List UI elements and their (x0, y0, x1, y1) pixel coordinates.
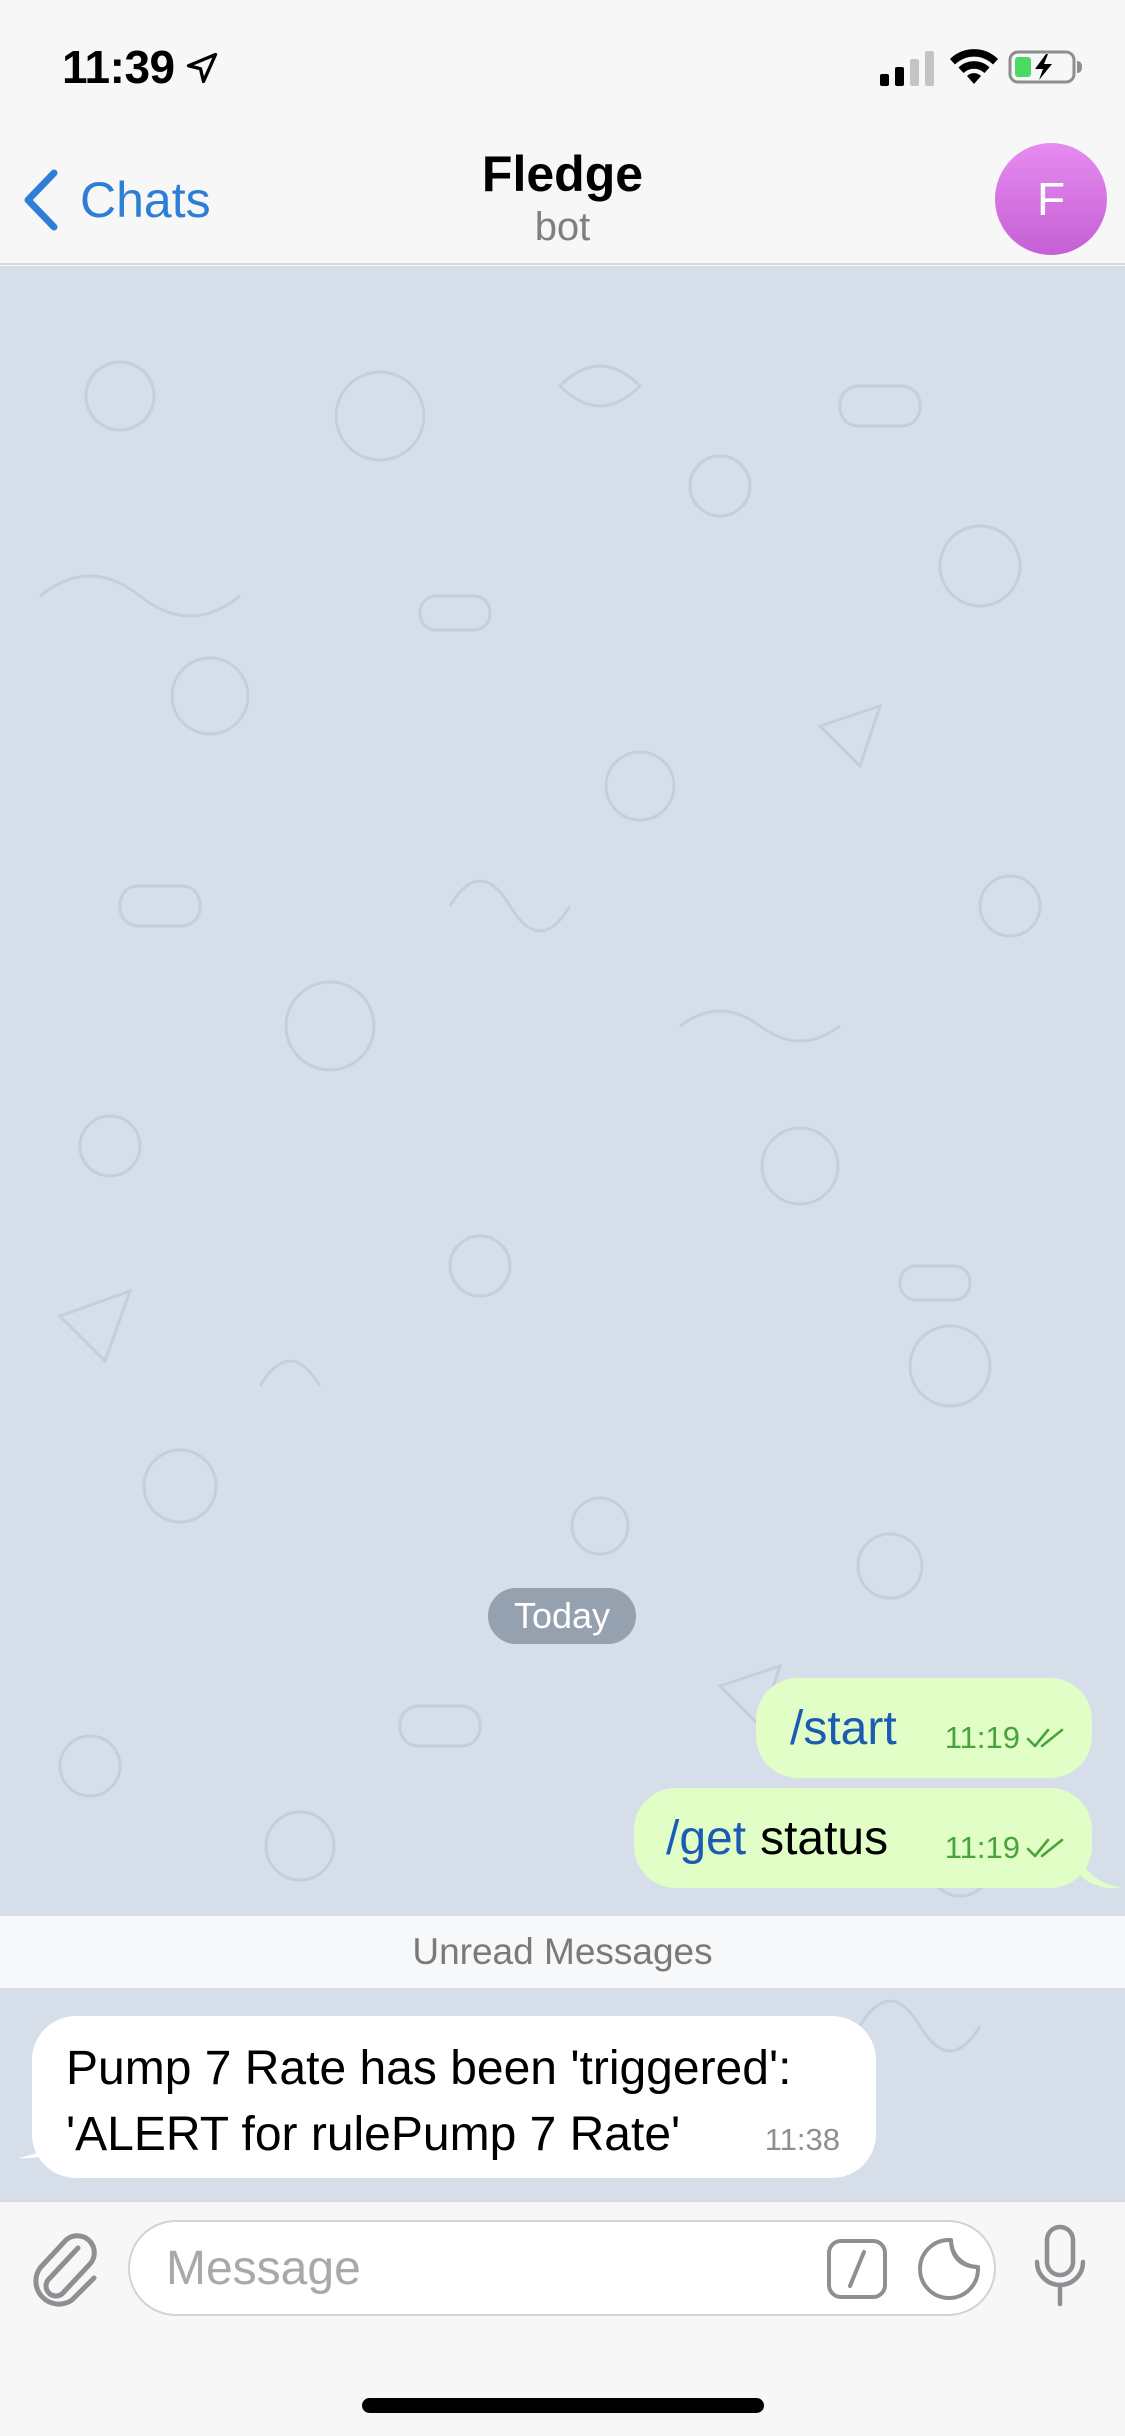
message-meta: 11:19 (945, 1830, 1066, 1866)
message-input[interactable] (166, 2236, 786, 2300)
microphone-icon[interactable] (1032, 2224, 1088, 2310)
battery-charging-icon (1008, 50, 1082, 84)
status-time: 11:39 (62, 41, 175, 93)
chat-title[interactable]: Fledge (0, 145, 1125, 203)
message-text: status (760, 1811, 889, 1865)
date-separator: Today (488, 1588, 636, 1644)
outgoing-message[interactable]: /start 11:19 (756, 1678, 1092, 1778)
wifi-icon (950, 49, 998, 84)
message-line: 'ALERT for rulePump 7 Rate' (66, 2108, 681, 2161)
bot-command-link[interactable]: /start (790, 1701, 897, 1756)
avatar[interactable]: F (995, 143, 1107, 255)
status-bar: 11:39 (0, 0, 1125, 135)
cellular-signal-icon (880, 51, 934, 86)
chat-subtitle: bot (534, 205, 591, 249)
message-meta: 11:19 (945, 1720, 1066, 1756)
double-check-icon (1026, 1838, 1064, 1858)
message-line: Pump 7 Rate has been 'triggered': (66, 2042, 792, 2095)
bubble-tail (18, 2126, 60, 2159)
message-composer (0, 2200, 1125, 2436)
message-time: 11:19 (944, 1830, 1020, 1865)
paperclip-icon[interactable] (28, 2230, 104, 2310)
chat-area[interactable]: Today /start 11:19 /get status 11:19 Unr… (0, 266, 1125, 2200)
incoming-message[interactable]: Pump 7 Rate has been 'triggered': 'ALERT… (32, 2016, 876, 2178)
double-check-icon (1026, 1728, 1064, 1748)
outgoing-message[interactable]: /get status 11:19 (634, 1788, 1092, 1888)
message-time: 11:38 (764, 2122, 840, 2157)
bot-command-link[interactable]: /get (666, 1811, 746, 1866)
sticker-icon[interactable] (916, 2236, 982, 2302)
bubble-tail (1081, 1856, 1123, 1889)
chat-header: Chats Fledge bot F (0, 135, 1125, 265)
home-indicator[interactable] (362, 2398, 764, 2413)
location-arrow-icon (186, 52, 218, 84)
message-time: 11:19 (944, 1720, 1020, 1755)
doodle-wallpaper (39, 360, 1042, 2148)
bot-command-icon[interactable] (826, 2238, 888, 2300)
message-field[interactable] (128, 2220, 996, 2316)
unread-messages-divider: Unread Messages (0, 1916, 1125, 1988)
